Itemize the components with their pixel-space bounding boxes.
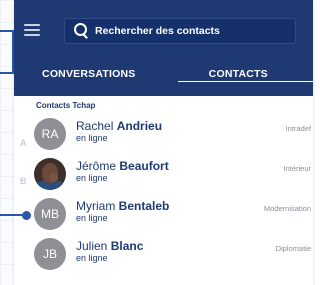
contact-row[interactable]: RA Rachel Andrieu en ligne Intradef — [14, 116, 313, 154]
contact-status: en ligne — [76, 213, 108, 223]
header-bar: Rechercher des contacts CONVERSATIONS CO… — [14, 0, 313, 96]
search-placeholder: Rechercher des contacts — [95, 25, 220, 37]
avatar: MB — [34, 198, 66, 230]
contact-department: Intradef — [285, 124, 311, 133]
contact-list: Contacts Tchap A B RA Rachel Andrieu en … — [14, 96, 313, 285]
avatar: JB — [34, 238, 66, 270]
contact-row[interactable]: MB Myriam Bentaleb en ligne Modernisatio… — [14, 196, 313, 234]
search-input[interactable]: Rechercher des contacts — [64, 18, 296, 44]
contact-status: en ligne — [76, 133, 108, 143]
contact-department: Modernisation — [263, 204, 311, 213]
contacts-panel: Rechercher des contacts CONVERSATIONS CO… — [14, 0, 313, 285]
callout-line-row — [0, 214, 24, 216]
contact-department: Diplomatie — [275, 244, 311, 253]
search-icon — [71, 20, 93, 42]
tab-bar: CONVERSATIONS CONTACTS — [14, 58, 313, 96]
avatar: RA — [34, 118, 66, 150]
contact-row[interactable]: JB Julien Blanc en ligne Diplomatie — [14, 236, 313, 274]
contact-status: en ligne — [76, 173, 108, 183]
contact-department: Intérieur — [283, 164, 311, 173]
contact-name: Myriam Bentaleb — [76, 199, 170, 213]
contact-name: Julien Blanc — [76, 239, 144, 253]
menu-icon[interactable] — [24, 24, 40, 36]
tab-contacts[interactable]: CONTACTS — [164, 58, 314, 96]
section-title: Contacts Tchap — [36, 101, 96, 110]
contact-row[interactable]: Jérôme Beaufort en ligne Intérieur — [14, 156, 313, 194]
tab-conversations[interactable]: CONVERSATIONS — [14, 58, 164, 96]
callout-dot-row — [22, 211, 31, 220]
contact-name: Jérôme Beaufort — [76, 159, 169, 173]
contact-status: en ligne — [76, 253, 108, 263]
contact-name: Rachel Andrieu — [76, 119, 163, 133]
avatar-photo — [34, 158, 66, 190]
callout-line-left — [0, 72, 14, 74]
